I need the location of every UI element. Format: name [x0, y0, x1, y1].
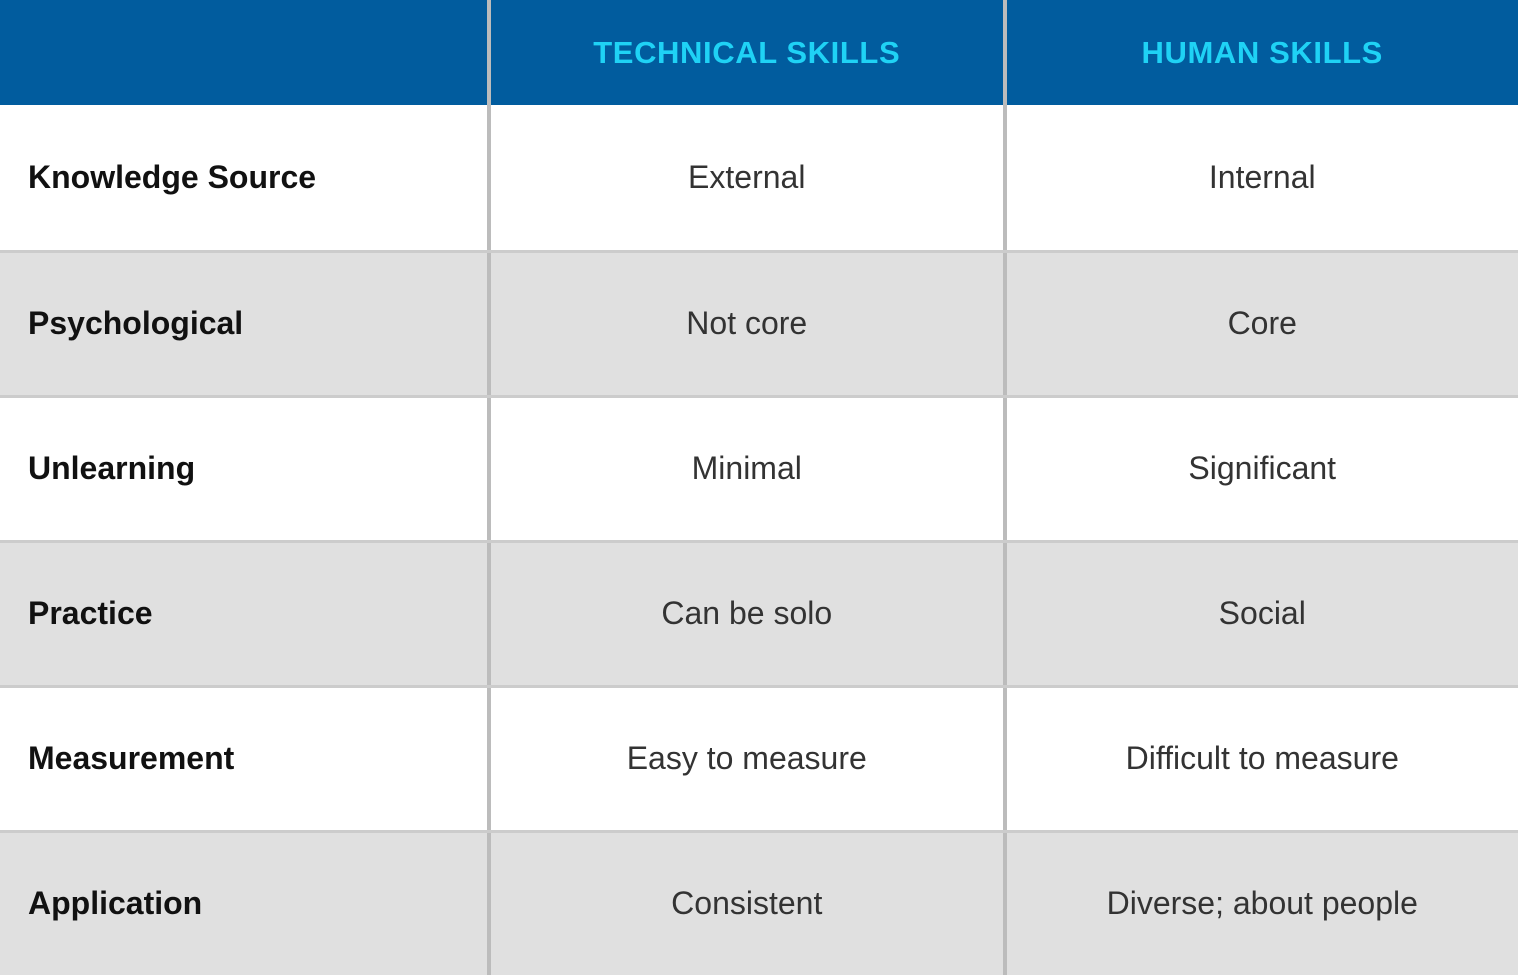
- table-row: Application Consistent Diverse; about pe…: [0, 830, 1518, 975]
- row-value-text: Not core: [686, 305, 808, 342]
- row-value-text: Social: [1218, 595, 1306, 632]
- header-cell-human-skills: HUMAN SKILLS: [1002, 0, 1518, 105]
- row-value-text: Internal: [1208, 158, 1316, 195]
- row-value-text: Can be solo: [661, 595, 833, 632]
- row-value-technical-skills: Can be solo: [487, 543, 1003, 685]
- row-value-human-skills: Diverse; about people: [1002, 833, 1518, 975]
- row-label: Knowledge Source: [28, 158, 317, 195]
- table-row: Unlearning Minimal Significant: [0, 395, 1518, 540]
- table-row: Practice Can be solo Social: [0, 540, 1518, 685]
- row-value-text: External: [688, 158, 806, 195]
- header-cell-attribute: [0, 0, 487, 105]
- row-label-cell: Knowledge Source: [0, 105, 487, 250]
- row-value-technical-skills: Consistent: [487, 833, 1003, 975]
- header-cell-technical-skills: TECHNICAL SKILLS: [487, 0, 1003, 105]
- table-header-row: TECHNICAL SKILLS HUMAN SKILLS: [0, 0, 1518, 105]
- table-row: Knowledge Source External Internal: [0, 105, 1518, 250]
- row-value-text: Difficult to measure: [1125, 740, 1399, 777]
- row-label-cell: Measurement: [0, 688, 487, 830]
- row-label-cell: Practice: [0, 543, 487, 685]
- column-title-human-skills: HUMAN SKILLS: [1141, 35, 1383, 70]
- row-value-text: Minimal: [691, 450, 802, 487]
- row-value-human-skills: Difficult to measure: [1002, 688, 1518, 830]
- row-label: Measurement: [28, 740, 235, 777]
- comparison-table: TECHNICAL SKILLS HUMAN SKILLS Knowledge …: [0, 0, 1518, 975]
- row-value-technical-skills: Minimal: [487, 398, 1003, 540]
- row-value-text: Consistent: [671, 885, 823, 922]
- table-row: Psychological Not core Core: [0, 250, 1518, 395]
- row-value-technical-skills: Easy to measure: [487, 688, 1003, 830]
- row-label: Psychological: [28, 305, 244, 342]
- row-label: Practice: [28, 595, 153, 632]
- row-value-human-skills: Significant: [1002, 398, 1518, 540]
- row-value-human-skills: Core: [1002, 253, 1518, 395]
- column-title-technical-skills: TECHNICAL SKILLS: [593, 35, 901, 70]
- row-label: Unlearning: [28, 450, 196, 487]
- row-label-cell: Application: [0, 833, 487, 975]
- row-value-technical-skills: Not core: [487, 253, 1003, 395]
- table-row: Measurement Easy to measure Difficult to…: [0, 685, 1518, 830]
- row-label-cell: Unlearning: [0, 398, 487, 540]
- row-value-text: Easy to measure: [626, 740, 867, 777]
- row-label-cell: Psychological: [0, 253, 487, 395]
- row-value-human-skills: Social: [1002, 543, 1518, 685]
- row-value-human-skills: Internal: [1002, 105, 1518, 250]
- row-label: Application: [28, 885, 203, 922]
- row-value-technical-skills: External: [487, 105, 1003, 250]
- row-value-text: Diverse; about people: [1106, 885, 1418, 922]
- row-value-text: Significant: [1188, 450, 1337, 487]
- row-value-text: Core: [1227, 305, 1297, 342]
